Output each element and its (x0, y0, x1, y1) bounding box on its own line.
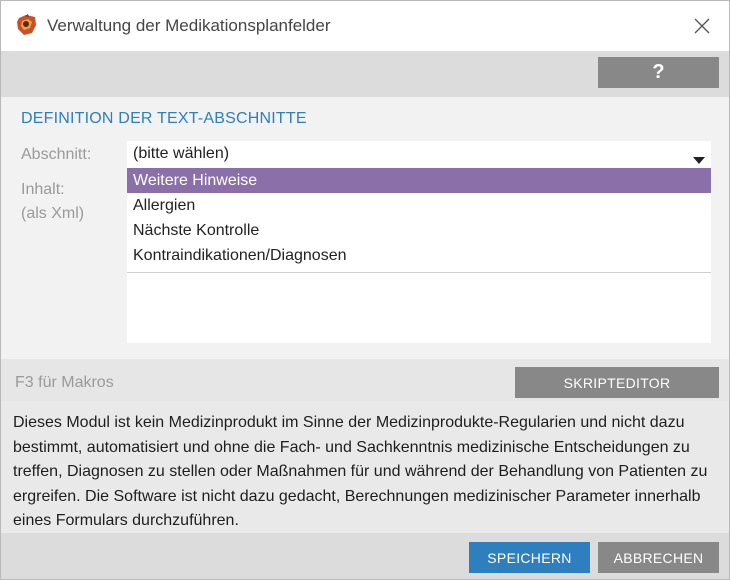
dropdown-option-naechste-kontrolle[interactable]: Nächste Kontrolle (127, 218, 711, 243)
footer-bar: SPEICHERN ABBRECHEN (1, 533, 729, 579)
title-bar: Verwaltung der Medikationsplanfelder (1, 1, 729, 51)
dropdown-option-kontraindikationen[interactable]: Kontraindikationen/Diagnosen (127, 243, 711, 268)
cancel-button[interactable]: ABBRECHEN (598, 542, 719, 573)
content-panel: DEFINITION DER TEXT-ABSCHNITTE Abschnitt… (1, 97, 729, 359)
macro-hint: F3 für Makros (15, 374, 114, 391)
macro-row: F3 für Makros SKRIPTEDITOR (1, 359, 729, 401)
section-heading: DEFINITION DER TEXT-ABSCHNITTE (21, 110, 307, 127)
app-logo-icon (15, 13, 39, 37)
save-button[interactable]: SPEICHERN (469, 542, 590, 573)
window-title: Verwaltung der Medikationsplanfelder (47, 16, 331, 35)
abschnitt-label: Abschnitt: (21, 146, 92, 163)
close-button[interactable] (685, 11, 719, 41)
toolbar: ? (1, 51, 729, 97)
dropdown-option-allergien[interactable]: Allergien (127, 193, 711, 218)
close-icon (694, 18, 710, 34)
inhalt-label: Inhalt: (21, 181, 65, 198)
dropdown-option-weitere-hinweise[interactable]: Weitere Hinweise (127, 168, 711, 193)
abschnitt-dropdown-list: Weitere Hinweise Allergien Nächste Kontr… (127, 168, 711, 273)
select-value: (bitte wählen) (133, 145, 230, 162)
abschnitt-select[interactable]: (bitte wählen) (127, 141, 711, 168)
disclaimer-text: Dieses Modul ist kein Medizinprodukt im … (13, 414, 708, 529)
script-editor-button[interactable]: SKRIPTEDITOR (515, 367, 719, 398)
inhalt-xml-textarea[interactable] (127, 273, 711, 343)
inhalt-sublabel: (als Xml) (21, 205, 85, 222)
chevron-down-icon (693, 151, 705, 169)
help-button[interactable]: ? (598, 57, 719, 88)
dialog-window: Verwaltung der Medikationsplanfelder ? D… (0, 0, 730, 580)
